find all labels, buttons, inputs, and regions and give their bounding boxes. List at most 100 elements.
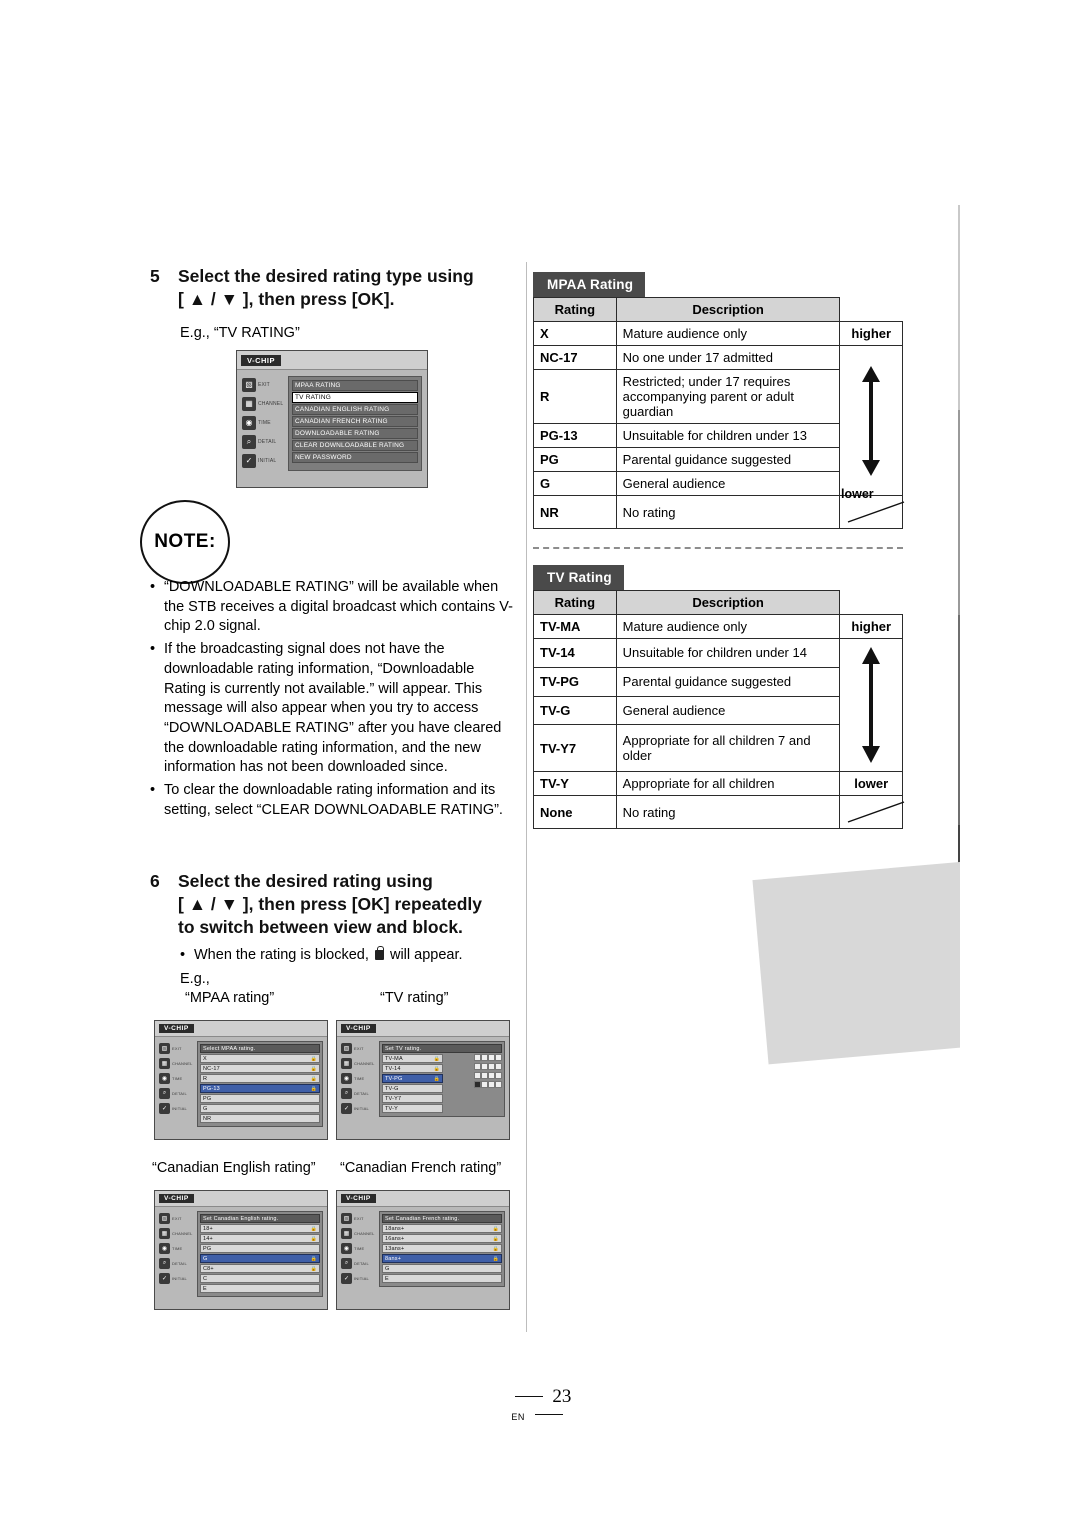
description-cell: Restricted; under 17 requires accompanyi… xyxy=(615,369,841,424)
grid-cell[interactable] xyxy=(488,1054,495,1061)
updown-arrow-cell xyxy=(839,638,903,772)
table-row: TV-Y Appropriate for all children lower xyxy=(533,771,903,796)
rating-row-pg[interactable]: PG xyxy=(200,1244,320,1253)
grid-cell[interactable] xyxy=(474,1063,481,1070)
header-description: Description xyxy=(615,590,841,615)
rating-row-g[interactable]: G 🔒 xyxy=(200,1254,320,1263)
menu-item-tv-rating[interactable]: TV RATING xyxy=(292,392,418,403)
grid-cell[interactable] xyxy=(488,1063,495,1070)
vchip-icon-column: ▧ EXIT ▦ CHANNEL ◉ TIME ⌕ DETAIL ✓ INITIAL xyxy=(341,1041,379,1117)
rating-row-g[interactable]: G xyxy=(200,1104,320,1113)
note-bullet-item: • “DOWNLOADABLE RATING” will be availabl… xyxy=(150,578,520,637)
lock-icon: 🔒 xyxy=(492,1245,499,1252)
grid-cell[interactable] xyxy=(495,1054,502,1061)
menu-item-new-password[interactable]: NEW PASSWORD xyxy=(292,452,418,463)
vchip-icon-label: INITIAL xyxy=(172,1275,187,1281)
vchip-icon-label: TIME xyxy=(172,1245,183,1251)
rating-row-18ans[interactable]: 18ans+ 🔒 xyxy=(382,1224,502,1233)
rating-label: PG-13 xyxy=(203,1085,220,1092)
check-icon: ✓ xyxy=(159,1102,170,1114)
table-header-row: Rating Description xyxy=(533,297,903,322)
rating-row-14plus[interactable]: 14+ 🔒 xyxy=(200,1234,320,1243)
grid-cell[interactable] xyxy=(481,1063,488,1070)
rating-cell: X xyxy=(533,321,617,346)
channel-icon: ▦ xyxy=(242,396,256,411)
grid-cell[interactable] xyxy=(488,1072,495,1079)
grid-cell[interactable] xyxy=(474,1054,481,1061)
vchip-titlebar: V-CHIP xyxy=(237,351,427,370)
rating-row-8ans[interactable]: 8ans+ 🔒 xyxy=(382,1254,502,1263)
grid-cell[interactable] xyxy=(495,1081,502,1088)
vchip-icon-column: ▧ EXIT ▦ CHANNEL ◉ TIME ⌕ DETAIL ✓ INITIAL xyxy=(159,1041,197,1127)
rating-row-16ans[interactable]: 16ans+ 🔒 xyxy=(382,1234,502,1243)
vchip-icon-channel: ▦ CHANNEL xyxy=(159,1226,197,1240)
rating-row-x[interactable]: X 🔒 xyxy=(200,1054,320,1063)
slash-cell xyxy=(839,795,905,829)
rating-row-nc17[interactable]: NC-17 🔒 xyxy=(200,1064,320,1073)
grid-cell[interactable] xyxy=(481,1054,488,1061)
rating-row-tvy7[interactable]: TV-Y7 xyxy=(382,1094,444,1103)
lock-icon: 🔒 xyxy=(310,1065,317,1072)
caption-canadian-french-rating: “Canadian French rating” xyxy=(340,1160,502,1176)
grid-cell[interactable] xyxy=(495,1063,502,1070)
rating-row-e[interactable]: E xyxy=(382,1274,502,1283)
lock-icon: 🔒 xyxy=(492,1235,499,1242)
grid-cell[interactable] xyxy=(488,1081,495,1088)
vchip-icon-label: TIME xyxy=(172,1075,183,1081)
clock-icon: ◉ xyxy=(159,1242,170,1254)
grid-cell[interactable] xyxy=(481,1081,488,1088)
header-spacer xyxy=(839,590,903,615)
rating-row-tvma[interactable]: TV-MA 🔒 xyxy=(382,1054,444,1063)
tv-subrating-grid[interactable] xyxy=(474,1054,502,1088)
bullet-dot: • xyxy=(150,579,156,595)
rating-row-pg[interactable]: PG xyxy=(200,1094,320,1103)
vchip-icon-label: EXIT xyxy=(172,1045,182,1051)
vchip-icon-label: DETAIL xyxy=(172,1260,187,1266)
rating-row-18plus[interactable]: 18+ 🔒 xyxy=(200,1224,320,1233)
grid-cell[interactable] xyxy=(474,1072,481,1079)
rating-row-r[interactable]: R 🔒 xyxy=(200,1074,320,1083)
rating-row-c8plus[interactable]: C8+ 🔒 xyxy=(200,1264,320,1273)
lock-icon: 🔒 xyxy=(310,1235,317,1242)
menu-item-canadian-french-rating[interactable]: CANADIAN FRENCH RATING xyxy=(292,416,418,427)
rating-row-g[interactable]: G xyxy=(382,1264,502,1273)
rating-cell: R xyxy=(533,369,617,424)
page-number-block: 23 EN xyxy=(511,1386,571,1423)
menu-item-mpaa-rating[interactable]: MPAA RATING xyxy=(292,380,418,391)
vchip-icon-detail: ⌕ DETAIL xyxy=(159,1086,197,1100)
vchip-icon-label: TIME xyxy=(354,1075,365,1081)
rating-label: G xyxy=(203,1105,208,1112)
rating-row-e[interactable]: E xyxy=(200,1284,320,1293)
rating-cell: None xyxy=(533,795,617,829)
rating-row-tvy[interactable]: TV-Y xyxy=(382,1104,444,1113)
step-6-example-label: E.g., xyxy=(180,971,210,988)
note-bullet-item: • If the broadcasting signal does not ha… xyxy=(150,640,520,778)
menu-item-canadian-english-rating[interactable]: CANADIAN ENGLISH RATING xyxy=(292,404,418,415)
rating-row-13ans[interactable]: 13ans+ 🔒 xyxy=(382,1244,502,1253)
menu-item-downloadable-rating[interactable]: DOWNLOADABLE RATING xyxy=(292,428,418,439)
menu-item-clear-downloadable-rating[interactable]: CLEAR DOWNLOADABLE RATING xyxy=(292,440,418,451)
rating-row-tvpg[interactable]: TV-PG 🔒 xyxy=(382,1074,444,1083)
description-cell: Unsuitable for children under 13 xyxy=(615,423,841,448)
description-cell: General audience xyxy=(615,471,841,496)
vchip-icon-label: EXIT xyxy=(354,1215,364,1221)
description-cell: No rating xyxy=(615,795,841,829)
grid-cell[interactable] xyxy=(474,1081,481,1088)
panel-header: Set TV rating. xyxy=(382,1044,502,1053)
description-cell: General audience xyxy=(615,695,841,726)
arrow-lower-label-mpaa: lower xyxy=(841,487,874,501)
rating-row-c[interactable]: C xyxy=(200,1274,320,1283)
grid-cell[interactable] xyxy=(481,1072,488,1079)
rating-row-pg13[interactable]: PG-13 🔒 xyxy=(200,1084,320,1093)
rating-label: TV-14 xyxy=(385,1065,401,1072)
vchip-icon-label: EXIT xyxy=(354,1045,364,1051)
rating-cell: G xyxy=(533,471,617,496)
footer-rule-right xyxy=(534,1414,563,1415)
rating-label: 18ans+ xyxy=(385,1225,405,1232)
step-5-title-line2: [ ▲ / ▼ ], then press [OK]. xyxy=(178,289,395,310)
rating-row-tv14[interactable]: TV-14 🔒 xyxy=(382,1064,444,1073)
rating-row-tvg[interactable]: TV-G xyxy=(382,1084,444,1093)
header-rating: Rating xyxy=(533,297,617,322)
grid-cell[interactable] xyxy=(495,1072,502,1079)
rating-row-nr[interactable]: NR xyxy=(200,1114,320,1123)
